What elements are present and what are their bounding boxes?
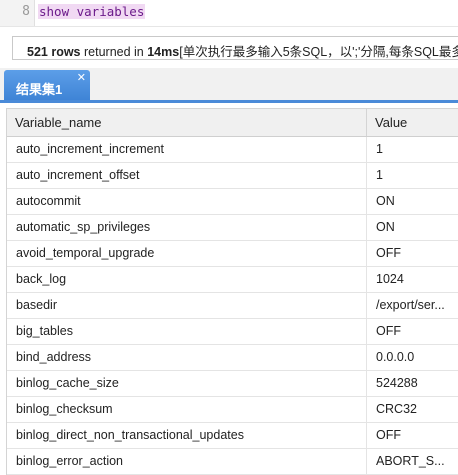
cell-value[interactable]: 1 xyxy=(367,163,458,188)
cell-variable-name[interactable]: auto_increment_offset xyxy=(7,163,367,188)
returned-in-text: returned in xyxy=(80,45,148,59)
table-row[interactable]: autocommit ON xyxy=(7,189,458,215)
table-row[interactable]: binlog_error_action ABORT_S... xyxy=(7,449,458,475)
cell-variable-name[interactable]: autocommit xyxy=(7,189,367,214)
status-note: [单次执行最多输入5条SQL，以';'分隔,每条SQL最多返 xyxy=(179,45,458,59)
table-row[interactable]: binlog_direct_non_transactional_updates O… xyxy=(7,423,458,449)
cell-value[interactable]: 0.0.0.0 xyxy=(367,345,458,370)
cell-variable-name[interactable]: automatic_sp_privileges xyxy=(7,215,367,240)
tab-label: 结果集1 xyxy=(16,82,63,97)
cell-variable-name[interactable]: binlog_error_action xyxy=(7,449,367,474)
cell-value[interactable]: /export/ser... xyxy=(367,293,458,318)
query-status-bar: 521 rows returned in 14ms[单次执行最多输入5条SQL，… xyxy=(12,36,458,60)
cell-value[interactable]: OFF xyxy=(367,241,458,266)
cell-value[interactable]: OFF xyxy=(367,319,458,344)
table-row[interactable]: bind_address 0.0.0.0 xyxy=(7,345,458,371)
close-icon[interactable]: ✕ xyxy=(77,71,86,84)
row-count: 521 rows xyxy=(27,45,81,59)
tab-result-set-1[interactable]: 结果集1 ✕ xyxy=(4,70,90,100)
grid-header: Variable_name Value xyxy=(7,109,458,137)
table-row[interactable]: auto_increment_offset 1 xyxy=(7,163,458,189)
cell-variable-name[interactable]: bind_address xyxy=(7,345,367,370)
cell-variable-name[interactable]: binlog_cache_size xyxy=(7,371,367,396)
cell-value[interactable]: ABORT_S... xyxy=(367,449,458,474)
table-row[interactable]: binlog_checksum CRC32 xyxy=(7,397,458,423)
table-row[interactable]: back_log 1024 xyxy=(7,267,458,293)
status-text: 521 rows returned in 14ms[单次执行最多输入5条SQL，… xyxy=(27,41,458,60)
cell-variable-name[interactable]: binlog_direct_non_transactional_updates xyxy=(7,423,367,448)
column-header-variable-name[interactable]: Variable_name xyxy=(7,109,367,136)
cell-value[interactable]: 524288 xyxy=(367,371,458,396)
line-number-gutter: 8 xyxy=(0,0,35,26)
table-row[interactable]: automatic_sp_privileges ON xyxy=(7,215,458,241)
sql-editor[interactable]: 8 show variables xyxy=(0,0,458,27)
cell-value[interactable]: ON xyxy=(367,189,458,214)
column-header-value[interactable]: Value xyxy=(367,109,458,136)
table-row[interactable]: big_tables OFF xyxy=(7,319,458,345)
cell-variable-name[interactable]: auto_increment_increment xyxy=(7,137,367,162)
cell-variable-name[interactable]: basedir xyxy=(7,293,367,318)
sql-code-line[interactable]: show variables xyxy=(38,4,146,19)
cell-variable-name[interactable]: binlog_checksum xyxy=(7,397,367,422)
table-row[interactable]: auto_increment_increment 1 xyxy=(7,137,458,163)
table-row[interactable]: avoid_temporal_upgrade OFF xyxy=(7,241,458,267)
cell-value[interactable]: ON xyxy=(367,215,458,240)
cell-value[interactable]: CRC32 xyxy=(367,397,458,422)
cell-variable-name[interactable]: big_tables xyxy=(7,319,367,344)
cell-value[interactable]: 1024 xyxy=(367,267,458,292)
result-tab-bar: 结果集1 ✕ xyxy=(0,68,458,103)
grid-body: auto_increment_increment 1 auto_increment_… xyxy=(7,137,458,475)
cell-value[interactable]: 1 xyxy=(367,137,458,162)
query-duration: 14ms xyxy=(147,45,180,59)
line-number: 8 xyxy=(22,4,30,19)
table-row[interactable]: basedir/export/ser... xyxy=(7,293,458,319)
cell-variable-name[interactable]: back_log xyxy=(7,267,367,292)
result-grid: Variable_name Value auto_increment_incre… xyxy=(6,108,458,475)
cell-variable-name[interactable]: avoid_temporal_upgrade xyxy=(7,241,367,266)
cell-value[interactable]: OFF xyxy=(367,423,458,448)
table-row[interactable]: binlog_cache_size 524288 xyxy=(7,371,458,397)
